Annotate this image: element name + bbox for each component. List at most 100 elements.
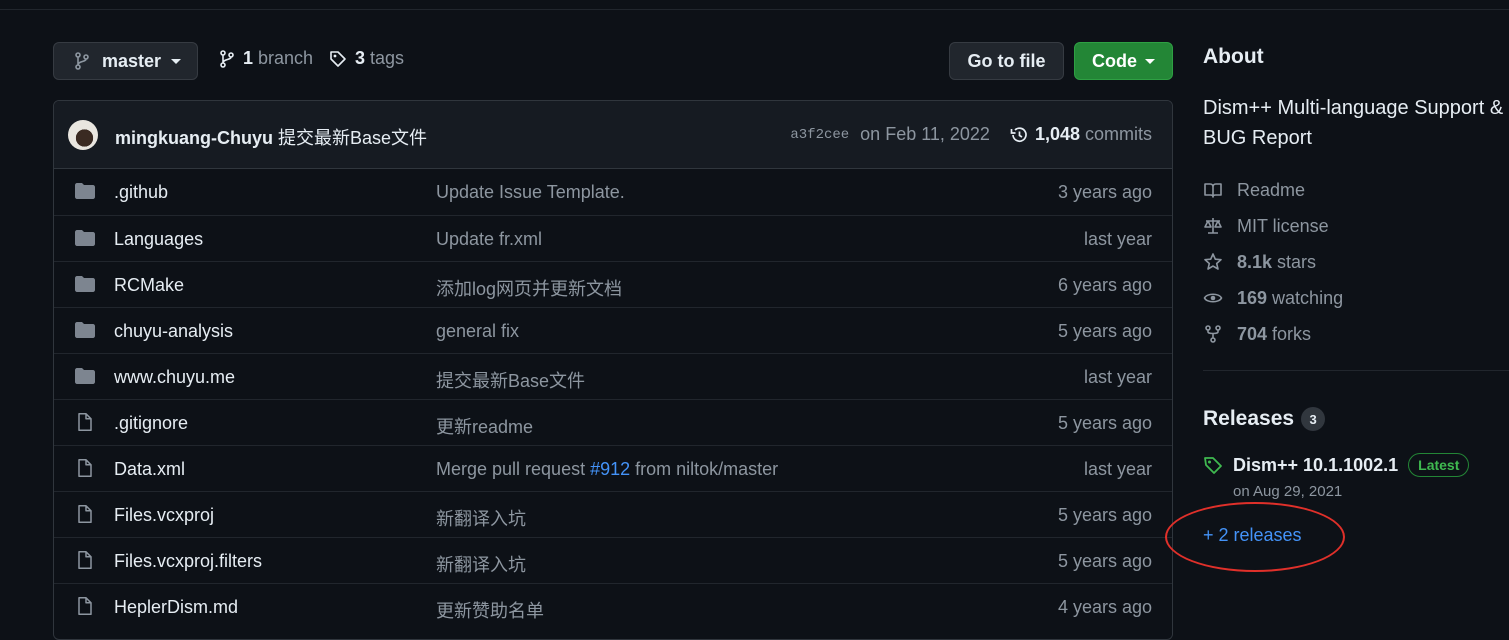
file-name-link[interactable]: www.chuyu.me <box>114 367 235 388</box>
chevron-down-icon <box>1145 58 1155 64</box>
repo-forked-icon <box>1205 325 1221 343</box>
readme-label: Readme <box>1237 179 1306 200</box>
readme-link[interactable]: Readme <box>1203 172 1343 208</box>
commit-meta: a3f2cee on Feb 11, 2022 1,048 commits <box>790 124 1152 145</box>
branch-count: 1 <box>243 48 254 68</box>
sidebar-divider <box>1203 370 1509 371</box>
file-row[interactable]: Files.vcxproj.filters 新翻译入坑 5 years ago <box>54 537 1172 583</box>
go-to-file-button[interactable]: Go to file <box>949 42 1064 80</box>
git-branch-icon <box>220 49 234 68</box>
releases-heading-link[interactable]: Releases 3 <box>1203 407 1326 431</box>
file-name-link[interactable]: Files.vcxproj <box>114 505 214 526</box>
file-row[interactable]: HeplerDism.md 更新赞助名单 4 years ago <box>54 583 1172 629</box>
file-name-link[interactable]: RCMake <box>114 275 184 296</box>
file-browser: mingkuang-Chuyu 提交最新Base文件 a3f2cee on Feb… <box>53 100 1173 640</box>
file-name-link[interactable]: HeplerDism.md <box>114 597 238 618</box>
file-commit-message[interactable]: Merge pull request #912 from niltok/mast… <box>436 459 778 480</box>
file-commit-age: last year <box>1083 367 1152 387</box>
file-commit-message[interactable]: general fix <box>436 321 519 342</box>
tags-link[interactable]: 3 tags <box>329 48 404 69</box>
file-commit-age: 6 years ago <box>1057 275 1152 295</box>
releases-heading: Releases <box>1203 407 1295 430</box>
branch-word: branch <box>258 48 314 68</box>
file-row[interactable]: .github Update Issue Template. 3 years ago <box>54 169 1172 215</box>
folder-icon <box>75 183 95 199</box>
file-commit-message[interactable]: 新翻译入坑 <box>436 505 526 531</box>
branch-select-label: master <box>102 50 162 71</box>
folder-icon <box>75 322 95 338</box>
file-row[interactable]: Data.xml Merge pull request #912 from nil… <box>54 445 1172 491</box>
commit-author-link[interactable]: mingkuang-Chuyu <box>115 128 273 148</box>
file-commit-age: 5 years ago <box>1057 413 1152 433</box>
code-button[interactable]: Code <box>1074 42 1173 80</box>
file-commit-age: 4 years ago <box>1057 597 1152 617</box>
file-icon <box>78 505 92 523</box>
releases-count-badge: 3 <box>1301 407 1326 431</box>
file-row[interactable]: chuyu-analysis general fix 5 years ago <box>54 307 1172 353</box>
file-name-link[interactable]: chuyu-analysis <box>114 321 233 342</box>
file-icon <box>78 413 92 431</box>
file-icon <box>78 459 92 477</box>
file-icon <box>78 597 92 615</box>
file-row[interactable]: Files.vcxproj 新翻译入坑 5 years ago <box>54 491 1172 537</box>
file-list: .github Update Issue Template. 3 years ago… <box>54 169 1172 629</box>
file-name-link[interactable]: Files.vcxproj.filters <box>114 551 262 572</box>
folder-icon <box>75 230 95 246</box>
file-row[interactable]: Languages Update fr.xml last year <box>54 215 1172 261</box>
pull-request-link[interactable]: #912 <box>590 459 630 479</box>
file-commit-age: 5 years ago <box>1057 505 1152 525</box>
file-commit-message[interactable]: 更新readme <box>436 413 533 439</box>
file-commit-message[interactable]: 新翻译入坑 <box>436 551 526 577</box>
file-commit-message[interactable]: Update Issue Template. <box>436 182 625 203</box>
commit-message-link[interactable]: 提交最新Base文件 <box>278 128 427 148</box>
tag-icon <box>330 50 346 67</box>
commit-count-word: commits <box>1085 124 1152 144</box>
file-commit-message[interactable]: Update fr.xml <box>436 229 542 250</box>
forks-word: forks <box>1272 323 1312 344</box>
file-commit-message[interactable]: 更新赞助名单 <box>436 597 544 623</box>
commit-date: on Feb 11, 2022 <box>860 124 990 144</box>
latest-badge: Latest <box>1408 453 1470 477</box>
git-branch-icon <box>75 52 89 70</box>
watching-link[interactable]: 169 watching <box>1203 280 1343 316</box>
file-row[interactable]: .gitignore 更新readme 5 years ago <box>54 399 1172 445</box>
file-commit-message[interactable]: 添加log网页并更新文档 <box>436 275 622 301</box>
file-row[interactable]: RCMake 添加log网页并更新文档 6 years ago <box>54 261 1172 307</box>
commit-summary: mingkuang-Chuyu 提交最新Base文件 <box>115 124 427 150</box>
latest-commit-bar: mingkuang-Chuyu 提交最新Base文件 a3f2cee on Feb… <box>54 101 1172 169</box>
branch-select-button[interactable]: master <box>53 42 198 80</box>
file-name-link[interactable]: .github <box>114 182 168 203</box>
folder-icon <box>75 276 95 292</box>
star-icon <box>1204 253 1222 270</box>
code-label: Code <box>1092 50 1137 71</box>
file-name-link[interactable]: Data.xml <box>114 459 185 480</box>
stars-count: 8.1k <box>1237 251 1273 272</box>
latest-release[interactable]: Dism++ 10.1.1002.1 Latest on Aug 29, 202… <box>1203 453 1470 500</box>
book-icon <box>1204 183 1222 198</box>
forks-link[interactable]: 704 forks <box>1203 316 1343 352</box>
file-row[interactable]: www.chuyu.me 提交最新Base文件 last year <box>54 353 1172 399</box>
file-commit-age: 3 years ago <box>1057 182 1152 202</box>
commit-history-link[interactable]: 1,048 commits <box>1009 124 1152 145</box>
license-link[interactable]: MIT license <box>1203 208 1343 244</box>
tag-word: tags <box>370 48 405 68</box>
repo-description: Dism++ Multi-language Support & BUG Repo… <box>1203 97 1504 149</box>
watching-count: 169 <box>1237 287 1268 308</box>
tag-icon <box>1204 457 1222 474</box>
avatar[interactable] <box>68 120 98 150</box>
eye-icon <box>1203 293 1223 303</box>
chevron-down-icon <box>171 58 182 64</box>
file-name-link[interactable]: .gitignore <box>114 413 188 434</box>
commit-count: 1,048 <box>1034 124 1080 144</box>
branches-link[interactable]: 1 branch <box>219 48 313 69</box>
release-date: on Aug 29, 2021 <box>1233 483 1343 500</box>
folder-icon <box>75 368 95 384</box>
about-links: Readme MIT license 8.1k stars 169 watchi… <box>1203 172 1343 352</box>
file-commit-age: last year <box>1083 459 1152 479</box>
file-icon <box>78 551 92 569</box>
file-name-link[interactable]: Languages <box>114 229 203 250</box>
file-commit-message[interactable]: 提交最新Base文件 <box>436 367 585 393</box>
stars-link[interactable]: 8.1k stars <box>1203 244 1343 280</box>
commit-sha-link[interactable]: a3f2cee <box>790 127 849 143</box>
about-heading: About <box>1203 45 1264 68</box>
